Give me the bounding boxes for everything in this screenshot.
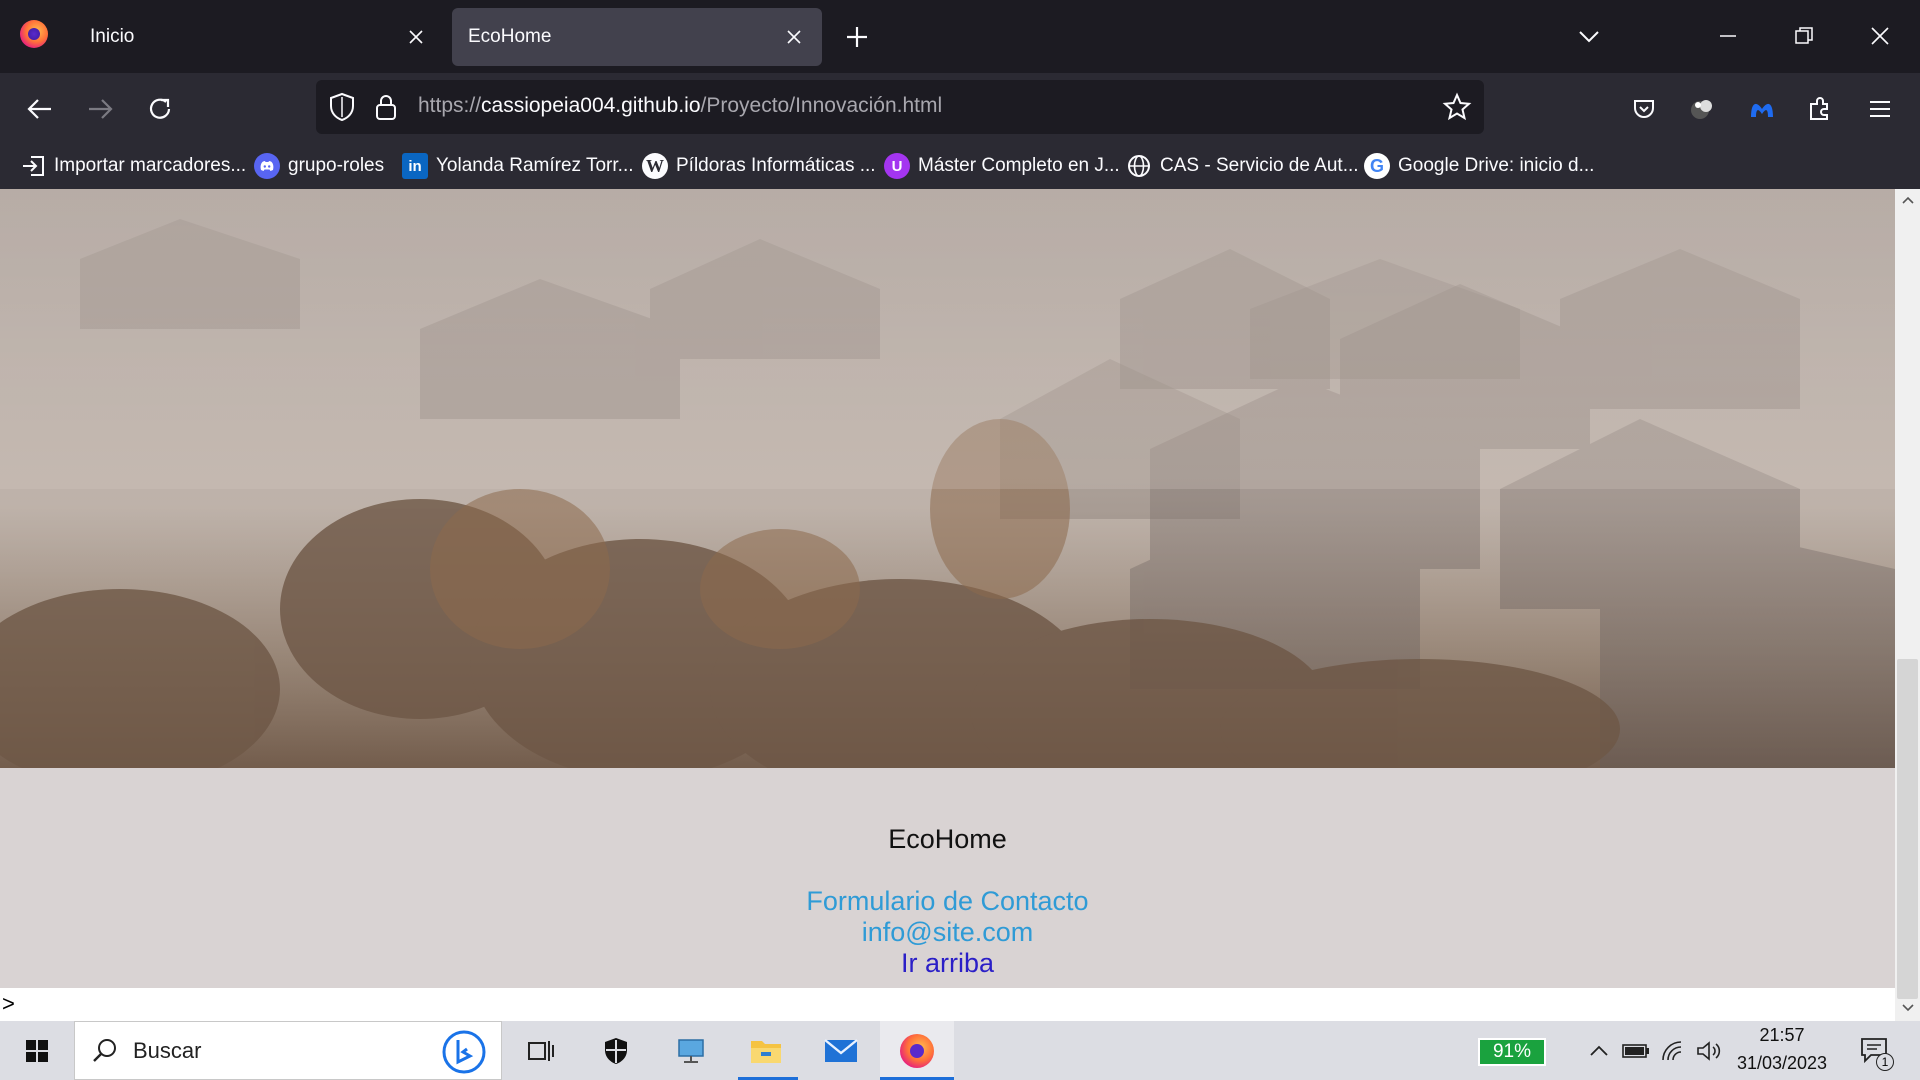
tab-inicio[interactable]: Inicio (74, 8, 444, 66)
close-tab-icon[interactable] (400, 21, 432, 53)
bookmark-label: Píldoras Informáticas ... (676, 155, 876, 176)
tab-strip: Inicio EcoHome (0, 0, 1920, 73)
extension-orb-icon[interactable] (1680, 87, 1724, 131)
wifi-icon[interactable] (1658, 1021, 1690, 1080)
udemy-icon: U (884, 153, 910, 179)
task-view-icon[interactable] (516, 1021, 566, 1080)
globe-icon (1126, 153, 1152, 179)
url-bar[interactable]: https://cassiopeia004.github.io/Proyecto… (316, 80, 1484, 134)
bookmark-label: Importar marcadores... (54, 155, 247, 176)
back-to-top-link[interactable]: Ir arriba (0, 948, 1895, 979)
back-arrow-icon[interactable] (18, 87, 62, 131)
taskbar-search-box[interactable]: Buscar (74, 1021, 502, 1080)
page-footer: EcoHome Formulario de Contacto info@site… (0, 768, 1895, 988)
windows-security-shield-icon[interactable] (590, 1021, 642, 1080)
windows-taskbar: Buscar 91% 21:57 31/03/2023 1 (0, 1021, 1920, 1080)
scroll-down-arrow-icon[interactable] (1895, 997, 1920, 1019)
windows-start-icon[interactable] (14, 1021, 60, 1080)
linkedin-icon: in (402, 153, 428, 179)
search-icon (91, 1037, 119, 1070)
stray-text: > (2, 991, 15, 1016)
bookmark-label: Yolanda Ramírez Torr... (436, 155, 634, 176)
bookmark-label: grupo-roles (288, 155, 385, 176)
file-explorer-icon[interactable] (740, 1021, 792, 1080)
bookmark-star-icon[interactable] (1442, 92, 1472, 127)
bookmark-label: CAS - Servicio de Aut... (1160, 155, 1359, 176)
bookmark-import[interactable]: Importar marcadores... (20, 150, 246, 182)
remote-desktop-icon[interactable] (666, 1021, 720, 1080)
clock-date[interactable]: 31/03/2023 (1728, 1053, 1836, 1074)
bing-chat-icon[interactable] (441, 1029, 487, 1080)
firefox-logo-icon (20, 20, 48, 48)
battery-icon[interactable] (1620, 1021, 1652, 1080)
bookmark-label: Máster Completo en J... (918, 155, 1120, 176)
hero-image-foggy-village (0, 189, 1895, 768)
volume-speaker-icon[interactable] (1692, 1021, 1726, 1080)
bookmark-grupo-roles[interactable]: grupo-roles (254, 150, 384, 182)
footer-title: EcoHome (888, 824, 1007, 854)
close-tab-icon[interactable] (778, 21, 810, 53)
import-icon (20, 153, 46, 179)
contact-form-link[interactable]: Formulario de Contacto (0, 886, 1895, 917)
show-hidden-icons-chevron-icon[interactable] (1584, 1021, 1614, 1080)
bookmarks-toolbar: Importar marcadores... grupo-roles in Yo… (0, 143, 1920, 189)
bookmark-label: Google Drive: inicio d... (1398, 155, 1595, 176)
web-page: EcoHome Formulario de Contacto info@site… (0, 189, 1920, 1021)
minimize-window-icon[interactable] (1704, 14, 1752, 58)
discord-icon (254, 153, 280, 179)
wordpress-icon: W (642, 153, 668, 179)
tab-label: EcoHome (468, 26, 552, 47)
scrollbar-thumb[interactable] (1897, 659, 1918, 999)
bookmark-google-drive[interactable]: G Google Drive: inicio d... (1364, 150, 1594, 182)
url-protocol: https:// (418, 94, 482, 117)
bookmark-linkedin[interactable]: in Yolanda Ramírez Torr... (402, 150, 634, 182)
tab-label: Inicio (90, 26, 135, 47)
pocket-icon[interactable] (1622, 87, 1666, 131)
tracking-protection-shield-icon[interactable] (328, 92, 356, 127)
tab-ecohome[interactable]: EcoHome (452, 8, 822, 66)
malwarebytes-icon[interactable] (1740, 87, 1784, 131)
scroll-up-arrow-icon[interactable] (1895, 189, 1920, 211)
firefox-taskbar-icon[interactable] (880, 1021, 954, 1080)
search-placeholder: Buscar (133, 1038, 202, 1063)
bookmark-cas[interactable]: CAS - Servicio de Aut... (1126, 150, 1359, 182)
url-text[interactable]: https://cassiopeia004.github.io/Proyecto… (418, 94, 942, 118)
list-all-tabs-chevron-icon[interactable] (1570, 18, 1608, 56)
clock-time[interactable]: 21:57 (1740, 1025, 1824, 1046)
new-tab-button[interactable] (838, 18, 876, 56)
forward-arrow-icon[interactable] (78, 87, 122, 131)
restore-window-icon[interactable] (1780, 14, 1828, 58)
hamburger-menu-icon[interactable] (1858, 87, 1902, 131)
mail-icon[interactable] (814, 1021, 868, 1080)
battery-percentage-badge: 91% (1478, 1038, 1546, 1066)
url-host: cassiopeia004.github.io (481, 94, 701, 117)
notification-count-badge: 1 (1876, 1053, 1894, 1071)
url-path: /Proyecto/Innovación.html (700, 94, 943, 117)
reload-icon[interactable] (138, 87, 182, 131)
bookmark-udemy[interactable]: U Máster Completo en J... (884, 150, 1120, 182)
bookmark-wordpress[interactable]: W Píldoras Informáticas ... (642, 150, 876, 182)
notifications-icon[interactable]: 1 (1850, 1021, 1900, 1080)
email-link[interactable]: info@site.com (0, 917, 1895, 948)
extensions-puzzle-icon[interactable] (1798, 87, 1842, 131)
lock-icon[interactable] (374, 92, 398, 127)
close-window-icon[interactable] (1856, 14, 1904, 58)
google-icon: G (1364, 153, 1390, 179)
